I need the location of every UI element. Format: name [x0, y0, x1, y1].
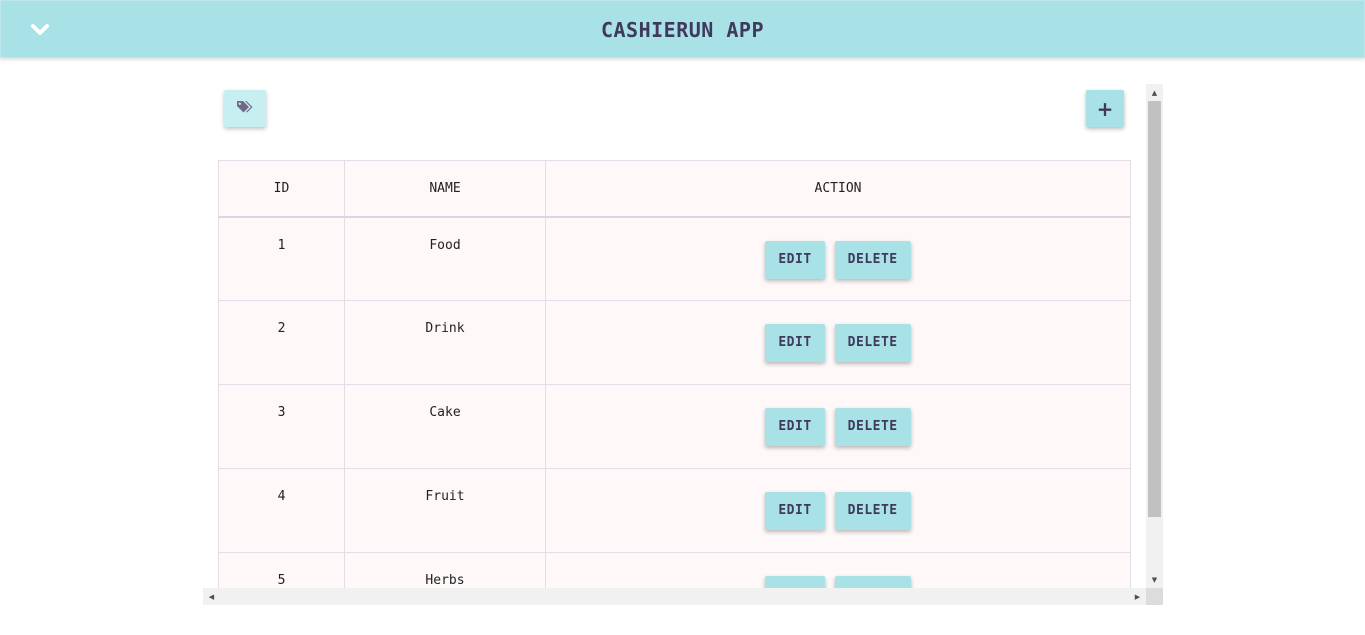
vertical-scroll-thumb[interactable] — [1148, 101, 1161, 517]
tag-icon — [236, 100, 254, 117]
scroll-down-arrow-icon[interactable]: ▼ — [1146, 571, 1163, 588]
cell-name: Cake — [344, 384, 546, 469]
edit-button[interactable]: EDIT — [765, 324, 825, 362]
vertical-scrollbar[interactable]: ▲ ▼ — [1146, 84, 1163, 588]
edit-button[interactable]: EDIT — [765, 492, 825, 530]
horizontal-scrollbar[interactable]: ◀ ▶ — [203, 588, 1146, 605]
cell-action: EDITDELETE — [545, 216, 1131, 301]
edit-button[interactable]: EDIT — [765, 408, 825, 446]
edit-button[interactable]: EDIT — [765, 576, 825, 588]
categories-table: ID NAME ACTION 1 Food EDIT DELETE 2 Drink — [218, 160, 1131, 588]
table-row: 5 Herbs EDIT DELETE — [218, 552, 1131, 588]
table-row: 3 Cake EDIT DELETE — [218, 384, 1131, 469]
cell-id: 2 — [218, 300, 345, 385]
cell-id: 1 — [218, 216, 345, 301]
column-header-action: ACTION — [545, 160, 1131, 218]
table-header-row: ID NAME ACTION — [218, 160, 1131, 218]
scrollbar-corner — [1146, 588, 1163, 605]
cell-name: Fruit — [344, 468, 546, 553]
delete-button[interactable]: DELETE — [834, 240, 911, 279]
cell-action: EDIT DELETE — [545, 552, 1131, 588]
delete-button[interactable]: DELETE — [834, 324, 911, 362]
app-header: CASHIERUN APP — [0, 0, 1365, 58]
cell-id: 3 — [218, 384, 345, 469]
cell-name: Food — [344, 216, 546, 301]
column-header-name: NAME — [344, 160, 546, 218]
table-row: 2 Drink EDIT DELETE — [218, 300, 1131, 385]
app-title: CASHIERUN APP — [600, 18, 765, 42]
cell-action: EDITDELETE — [545, 384, 1131, 469]
table-row: 1 Food EDIT DELETE — [218, 216, 1131, 301]
delete-button[interactable]: DELETE — [834, 576, 911, 588]
table-row: 4 Fruit EDIT DELETE — [218, 468, 1131, 553]
delete-button[interactable]: DELETE — [834, 408, 911, 446]
delete-button[interactable]: DELETE — [834, 492, 911, 530]
cell-action: EDITDELETE — [545, 468, 1131, 553]
scroll-left-arrow-icon[interactable]: ◀ — [203, 588, 220, 605]
add-category-button[interactable]: + — [1086, 90, 1124, 127]
tag-button[interactable] — [224, 90, 266, 127]
column-header-id: ID — [218, 160, 345, 218]
scroll-right-arrow-icon[interactable]: ▶ — [1129, 588, 1146, 605]
cell-name: Herbs — [344, 552, 546, 588]
cell-id: 5 — [218, 552, 345, 588]
cell-action: EDITDELETE — [545, 300, 1131, 385]
cell-id: 4 — [218, 468, 345, 553]
scroll-up-arrow-icon[interactable]: ▲ — [1146, 84, 1163, 101]
edit-button[interactable]: EDIT — [765, 240, 825, 279]
table-scroll-area[interactable]: + ID NAME ACTION 1 Food EDIT DELETE 2 Dr… — [203, 84, 1146, 588]
categories-panel: + ID NAME ACTION 1 Food EDIT DELETE 2 Dr… — [203, 84, 1163, 605]
cell-name: Drink — [344, 300, 546, 385]
